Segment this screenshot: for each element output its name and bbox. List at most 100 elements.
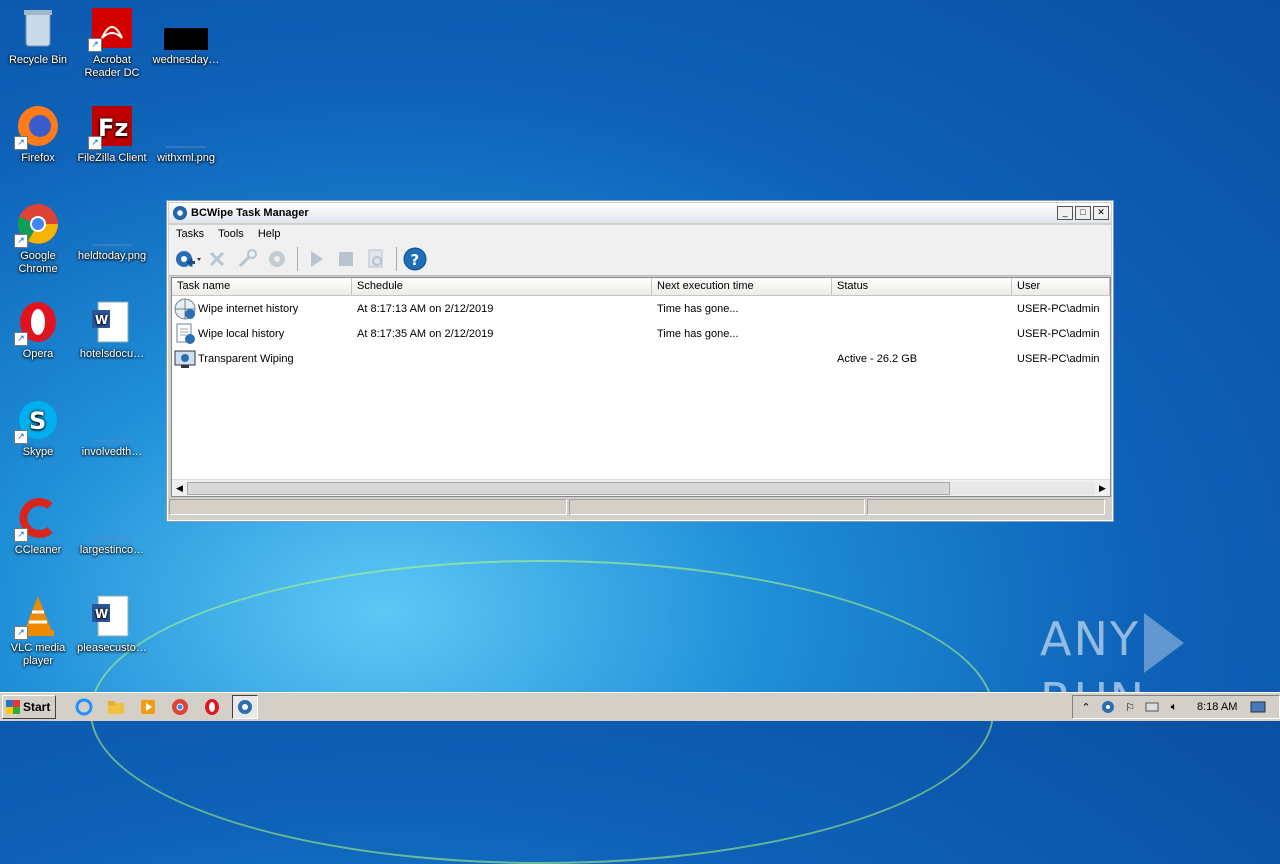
- new-task-button[interactable]: [173, 245, 201, 273]
- desktop-icon-label: wednesday…: [152, 54, 220, 66]
- taskbar-explorer[interactable]: [104, 696, 128, 718]
- scroll-left-arrow-icon[interactable]: ◀: [172, 481, 187, 496]
- taskbar-media-player[interactable]: [136, 696, 160, 718]
- menu-tools[interactable]: Tools: [211, 228, 251, 240]
- task-list-header: Task name Schedule Next execution time S…: [172, 278, 1110, 296]
- shortcut-arrow-icon: ↗: [14, 136, 28, 150]
- wrench-icon: [238, 249, 257, 268]
- desktop-icon-label: pleasecusto…: [77, 642, 147, 654]
- menu-tasks[interactable]: Tasks: [169, 228, 211, 240]
- toolbar-separator: [297, 247, 298, 271]
- chrome-icon: ↗: [14, 202, 60, 248]
- svg-text:W: W: [95, 313, 108, 327]
- edit-task-button[interactable]: [233, 245, 261, 273]
- start-button[interactable]: Start: [2, 695, 56, 719]
- desktop-icon-acrobat[interactable]: ↗ Acrobat Reader DC: [74, 6, 150, 80]
- volume-icon[interactable]: 🔈︎: [1165, 699, 1183, 715]
- desktop-icon-ccleaner[interactable]: ↗ CCleaner: [0, 496, 76, 557]
- play-icon: [311, 251, 323, 267]
- chrome-icon: [172, 699, 188, 715]
- scroll-track[interactable]: [187, 481, 1095, 495]
- task-user: USER-PC\admin: [1017, 352, 1100, 365]
- desktop-icon-label: hotelsdocu…: [79, 348, 145, 360]
- action-center-flag-icon[interactable]: ⚐: [1121, 699, 1139, 715]
- column-header-user[interactable]: User: [1012, 278, 1110, 295]
- status-pane: [169, 499, 567, 515]
- delete-task-button[interactable]: [203, 245, 231, 273]
- desktop-icon-vlc[interactable]: ↗ VLC media player: [0, 594, 76, 668]
- shortcut-arrow-icon: ↗: [88, 38, 102, 52]
- desktop-icon-label: Skype: [22, 446, 54, 458]
- gear-add-icon: [176, 251, 201, 267]
- image-file-icon: [90, 496, 134, 540]
- column-header-next-execution[interactable]: Next execution time: [652, 278, 832, 295]
- desktop-icon-chrome[interactable]: ↗ Google Chrome: [0, 202, 76, 276]
- log-search-icon: [368, 249, 383, 268]
- skype-icon: S ↗: [14, 398, 60, 444]
- desktop-icon-label: Acrobat Reader DC: [84, 54, 140, 79]
- internet-wipe-icon: [174, 298, 196, 320]
- task-schedule: At 8:17:35 AM on 2/12/2019: [357, 327, 494, 340]
- task-user: USER-PC\admin: [1017, 302, 1100, 315]
- taskbar: Start ⌃ ⚐ 🔈︎ 8:18 AM: [0, 692, 1280, 721]
- desktop-icon-involvedth[interactable]: involvedth…: [74, 398, 150, 459]
- desktop-icon-label: involvedth…: [81, 446, 143, 458]
- view-log-button[interactable]: [362, 245, 390, 273]
- desktop-icon-wednesday[interactable]: wednesday…: [148, 6, 224, 67]
- shortcut-arrow-icon: ↗: [14, 626, 28, 640]
- minimize-button[interactable]: _: [1057, 206, 1073, 220]
- desktop-icon-pleasecusto[interactable]: W pleasecusto…: [74, 594, 150, 655]
- show-desktop-icon[interactable]: [1249, 699, 1267, 715]
- opera-icon: ↗: [14, 300, 60, 346]
- desktop-icon-label: heldtoday.png: [77, 250, 147, 262]
- taskbar-opera[interactable]: [200, 696, 224, 718]
- task-next-execution: Time has gone...: [657, 302, 739, 315]
- desktop-icon-opera[interactable]: ↗ Opera: [0, 300, 76, 361]
- title-bar[interactable]: BCWipe Task Manager _ □ ✕: [169, 203, 1111, 223]
- status-pane: [569, 499, 865, 515]
- horizontal-scrollbar[interactable]: ◀ ▶: [172, 479, 1110, 496]
- scroll-thumb[interactable]: [187, 481, 950, 495]
- stop-task-button[interactable]: [332, 245, 360, 273]
- run-task-button[interactable]: [302, 245, 330, 273]
- network-icon[interactable]: [1143, 699, 1161, 715]
- taskbar-chrome[interactable]: [168, 696, 192, 718]
- desktop-icon-label: Google Chrome: [18, 250, 58, 275]
- image-file-icon: [90, 202, 134, 246]
- desktop-icon-hotelsdocu[interactable]: W hotelsdocu…: [74, 300, 150, 361]
- shortcut-arrow-icon: ↗: [14, 528, 28, 542]
- taskbar-bcwipe[interactable]: [232, 695, 258, 719]
- acrobat-icon: ↗: [88, 6, 134, 52]
- task-list[interactable]: Task name Schedule Next execution time S…: [171, 277, 1111, 497]
- table-row[interactable]: Wipe internet history At 8:17:13 AM on 2…: [172, 296, 1110, 321]
- svg-text:W: W: [95, 607, 108, 621]
- table-row[interactable]: Transparent Wiping Active - 26.2 GB USER…: [172, 346, 1110, 371]
- image-file-icon: [164, 104, 208, 148]
- folder-icon: [108, 701, 124, 714]
- bcwipe-window[interactable]: BCWipe Task Manager _ □ ✕ Tasks Tools He…: [166, 200, 1114, 522]
- desktop-icon-recycle-bin[interactable]: Recycle Bin: [0, 6, 76, 67]
- bcwipe-tray-icon[interactable]: [1099, 699, 1117, 715]
- desktop-icon-largestinco[interactable]: largestinco…: [74, 496, 150, 557]
- taskbar-ie[interactable]: [72, 696, 96, 718]
- close-button[interactable]: ✕: [1093, 206, 1109, 220]
- recycle-bin-icon: [16, 6, 60, 50]
- help-button[interactable]: ?: [401, 245, 429, 273]
- column-header-schedule[interactable]: Schedule: [352, 278, 652, 295]
- menu-help[interactable]: Help: [251, 228, 288, 240]
- desktop-icon-label: withxml.png: [156, 152, 216, 164]
- show-hidden-icons-chevron-icon[interactable]: ⌃: [1077, 699, 1095, 715]
- clock[interactable]: 8:18 AM: [1197, 701, 1237, 713]
- column-header-task-name[interactable]: Task name: [172, 278, 352, 295]
- desktop-icon-filezilla[interactable]: Fz ↗ FileZilla Client: [74, 104, 150, 165]
- desktop-icon-skype[interactable]: S ↗ Skype: [0, 398, 76, 459]
- scroll-right-arrow-icon[interactable]: ▶: [1095, 481, 1110, 496]
- table-row[interactable]: Wipe local history At 8:17:35 AM on 2/12…: [172, 321, 1110, 346]
- word-document-icon: W: [90, 300, 134, 344]
- column-header-status[interactable]: Status: [832, 278, 1012, 295]
- desktop-icon-heldtoday[interactable]: heldtoday.png: [74, 202, 150, 263]
- maximize-button[interactable]: □: [1075, 206, 1091, 220]
- desktop-icon-withxml[interactable]: withxml.png: [148, 104, 224, 165]
- task-settings-button[interactable]: [263, 245, 291, 273]
- desktop-icon-firefox[interactable]: ↗ Firefox: [0, 104, 76, 165]
